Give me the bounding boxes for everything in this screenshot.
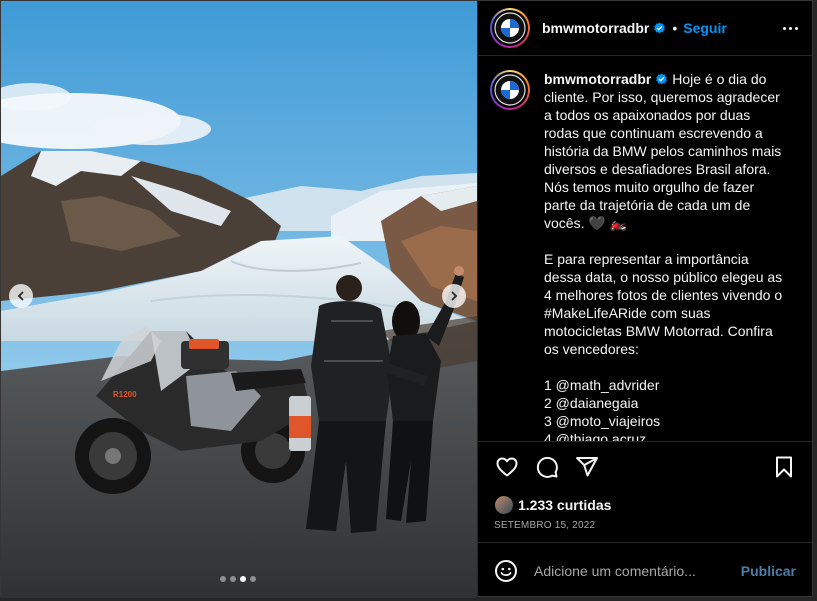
publish-button[interactable]: Publicar: [741, 563, 796, 579]
caption-avatar[interactable]: [490, 70, 530, 110]
caption-text: Hoje é o dia do cliente. Por isso, quere…: [544, 71, 783, 442]
verified-badge-icon: [654, 22, 666, 33]
post-media[interactable]: R1200: [1, 1, 477, 598]
next-photo-button[interactable]: [442, 284, 466, 308]
post-side-panel: bmwmotorradbr • Seguir bmwmotorradbr Hoj…: [477, 1, 812, 598]
caption-area: bmwmotorradbr Hoje é o dia do cliente. P…: [478, 56, 812, 442]
post-photo: R1200: [1, 1, 477, 598]
carousel-dot: [220, 576, 226, 582]
post-header: bmwmotorradbr • Seguir: [478, 1, 812, 56]
comment-box: Publicar: [478, 542, 812, 598]
carousel-dot: [230, 576, 236, 582]
carousel-dot: [250, 576, 256, 582]
share-icon[interactable]: [575, 455, 599, 479]
chevron-left-icon: [17, 291, 24, 301]
liker-avatar[interactable]: [494, 495, 514, 515]
svg-text:R1200: R1200: [113, 390, 137, 399]
verified-badge-icon: [656, 73, 668, 85]
previous-photo-button[interactable]: [9, 284, 33, 308]
likes-row: 1.233 curtidas: [478, 492, 812, 518]
bmw-logo-icon: [494, 74, 526, 106]
heart-icon[interactable]: [495, 455, 519, 479]
caption-username[interactable]: bmwmotorradbr: [544, 71, 651, 87]
more-options-icon[interactable]: [783, 26, 798, 30]
instagram-post: R1200 bmwmotorradbr • Seguir bmwmotorrad…: [0, 0, 813, 598]
likes-count[interactable]: 1.233 curtidas: [518, 497, 611, 513]
comment-input[interactable]: [534, 562, 741, 579]
action-bar: [478, 442, 812, 492]
carousel-dot-active: [240, 576, 246, 582]
avatar[interactable]: [490, 8, 530, 48]
chevron-right-icon: [451, 291, 458, 301]
emoji-icon[interactable]: [494, 559, 518, 583]
separator-dot: •: [672, 20, 678, 36]
bookmark-icon[interactable]: [772, 455, 796, 479]
bmw-logo-icon: [494, 12, 526, 44]
comment-icon[interactable]: [535, 455, 559, 479]
post-caption: bmwmotorradbr Hoje é o dia do cliente. P…: [544, 70, 784, 441]
carousel-indicator: [220, 576, 256, 582]
follow-button[interactable]: Seguir: [683, 20, 727, 36]
username[interactable]: bmwmotorradbr: [542, 20, 649, 36]
